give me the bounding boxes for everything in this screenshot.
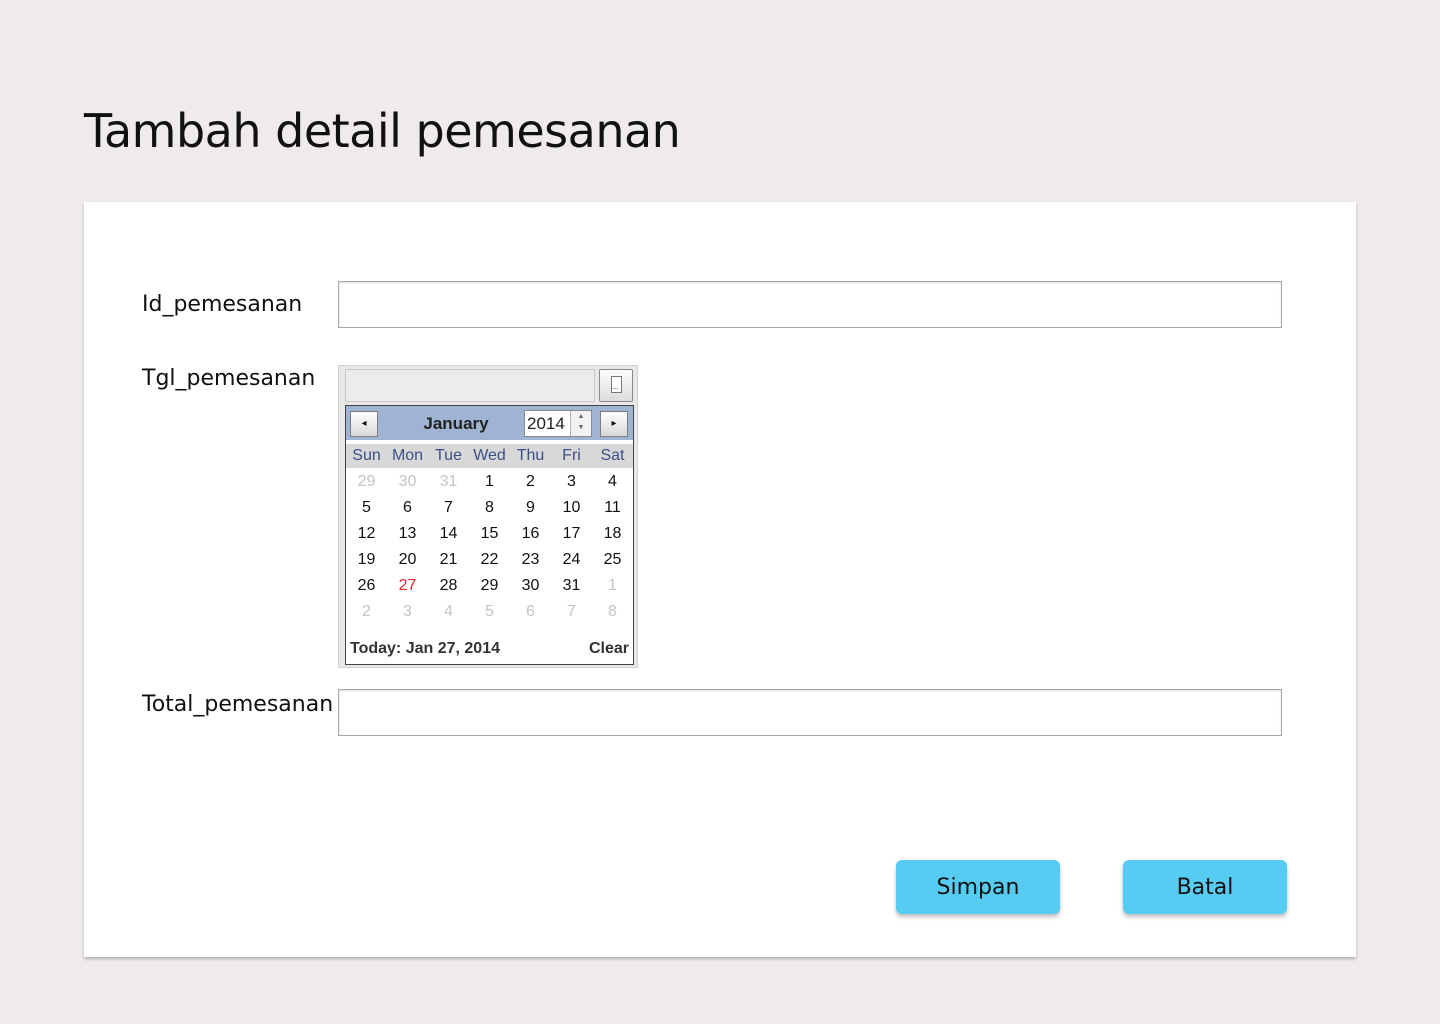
days-grid: 29 30 31 1 2 3 4 5 6 7 8 9 10 11 12 13 14 15 16 17 18 19 20 21 2… — [346, 469, 633, 625]
calendar-day[interactable]: 31 — [551, 573, 592, 599]
calendar-day[interactable]: 4 — [592, 469, 633, 495]
calendar-day[interactable]: 16 — [510, 521, 551, 547]
calendar-popup: ◂ January 2014 ▲ ▼ ▸ Sun Mon Tue Wed Thu Fri S… — [345, 405, 634, 665]
id-pemesanan-input[interactable] — [338, 281, 1282, 328]
calendar-toggle-button[interactable] — [599, 369, 633, 402]
total-pemesanan-label: Total_pemesanan — [142, 692, 334, 717]
calendar-day[interactable]: 13 — [387, 521, 428, 547]
spin-up-icon[interactable]: ▲ — [571, 411, 591, 422]
calendar-day[interactable]: 1 — [592, 573, 633, 599]
date-field[interactable] — [345, 369, 595, 402]
id-pemesanan-label: Id_pemesanan — [142, 292, 303, 317]
calendar-day[interactable]: 2 — [510, 469, 551, 495]
clear-link[interactable]: Clear — [589, 640, 629, 658]
calendar-day[interactable]: 7 — [551, 599, 592, 625]
calendar-day[interactable]: 30 — [387, 469, 428, 495]
weekday-label: Sun — [352, 447, 381, 464]
calendar-day[interactable]: 12 — [346, 521, 387, 547]
calendar-day[interactable]: 6 — [387, 495, 428, 521]
page-title: Tambah detail pemesanan — [84, 104, 681, 158]
calendar-day[interactable]: 20 — [387, 547, 428, 573]
calendar-day[interactable]: 23 — [510, 547, 551, 573]
next-month-button[interactable]: ▸ — [600, 411, 628, 437]
calendar-day[interactable]: 25 — [592, 547, 633, 573]
calendar-day[interactable]: 8 — [592, 599, 633, 625]
calendar-day[interactable]: 5 — [469, 599, 510, 625]
weekday-label: Tue — [435, 447, 462, 464]
arrow-left-icon: ◂ — [361, 418, 367, 429]
calendar-day[interactable]: 29 — [346, 469, 387, 495]
month-label: January — [423, 414, 489, 433]
calendar-day-today[interactable]: 27 — [387, 573, 428, 599]
calendar-day[interactable]: 9 — [510, 495, 551, 521]
calendar-day[interactable]: 17 — [551, 521, 592, 547]
calendar-day[interactable]: 7 — [428, 495, 469, 521]
date-picker: ◂ January 2014 ▲ ▼ ▸ SunMonTueWedThuFriS… — [338, 365, 638, 668]
weekday-label: Mon — [391, 447, 424, 464]
calendar-day[interactable]: 24 — [551, 547, 592, 573]
spin-down-icon[interactable]: ▼ — [571, 422, 591, 433]
weekday-label: Fri — [562, 447, 581, 464]
calendar-day[interactable]: 3 — [387, 599, 428, 625]
cancel-button[interactable]: Batal — [1123, 860, 1287, 914]
weekday-header-row: Sun Mon Tue Wed Thu Fri Sat — [346, 444, 633, 468]
calendar-day[interactable]: 15 — [469, 521, 510, 547]
calendar-day[interactable]: 4 — [428, 599, 469, 625]
total-pemesanan-input[interactable] — [338, 689, 1282, 736]
calendar-day[interactable]: 11 — [592, 495, 633, 521]
calendar-day[interactable]: 6 — [510, 599, 551, 625]
weekday-label: Wed — [473, 447, 506, 464]
calendar-icon — [611, 376, 622, 393]
calendar-day[interactable]: 1 — [469, 469, 510, 495]
calendar-day[interactable]: 2 — [346, 599, 387, 625]
today-link[interactable]: Today: Jan 27, 2014 — [350, 640, 500, 658]
calendar-header: ◂ January 2014 ▲ ▼ ▸ — [346, 406, 633, 440]
year-spinner[interactable]: 2014 ▲ ▼ — [524, 410, 592, 437]
calendar-day[interactable]: 8 — [469, 495, 510, 521]
calendar-day[interactable]: 22 — [469, 547, 510, 573]
calendar-day[interactable]: 19 — [346, 547, 387, 573]
calendar-day[interactable]: 28 — [428, 573, 469, 599]
year-spin-buttons[interactable]: ▲ ▼ — [570, 411, 591, 436]
weekday-label: Thu — [516, 447, 545, 464]
calendar-day[interactable]: 14 — [428, 521, 469, 547]
calendar-day[interactable]: 29 — [469, 573, 510, 599]
calendar-day[interactable]: 31 — [428, 469, 469, 495]
calendar-day[interactable]: 26 — [346, 573, 387, 599]
calendar-day[interactable]: 3 — [551, 469, 592, 495]
tgl-pemesanan-label: Tgl_pemesanan — [142, 366, 316, 391]
calendar-day[interactable]: 5 — [346, 495, 387, 521]
calendar-day[interactable]: 10 — [551, 495, 592, 521]
prev-month-button[interactable]: ◂ — [350, 411, 378, 437]
calendar-day[interactable]: 21 — [428, 547, 469, 573]
calendar-day[interactable]: 30 — [510, 573, 551, 599]
year-value: 2014 — [527, 414, 565, 433]
save-button[interactable]: Simpan — [896, 860, 1060, 914]
calendar-footer: Today: Jan 27, 2014 Clear — [346, 638, 633, 660]
weekday-label: Sat — [600, 447, 625, 464]
calendar-day[interactable]: 18 — [592, 521, 633, 547]
arrow-right-icon: ▸ — [611, 418, 617, 429]
